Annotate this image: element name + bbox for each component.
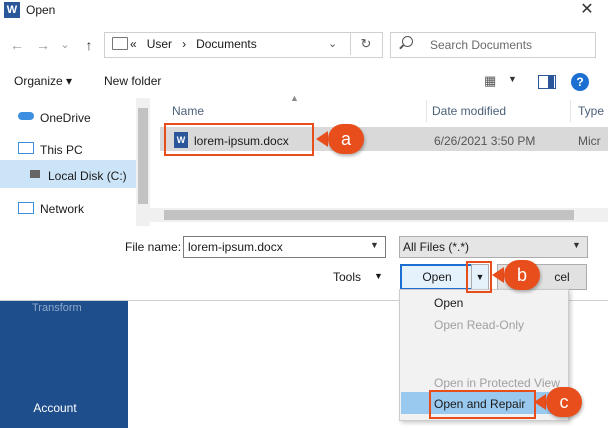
highlight-repair xyxy=(429,390,536,419)
callout-c-arrow-icon xyxy=(534,394,546,410)
organize-button[interactable]: Organize ▾ xyxy=(14,74,72,88)
callout-c-badge: c xyxy=(546,387,582,417)
sidebar-item-this-pc[interactable]: This PC xyxy=(40,143,83,157)
sidebar-scroll-thumb[interactable] xyxy=(138,108,148,204)
up-button[interactable]: ↑ xyxy=(80,36,98,54)
breadcrumb: « User › Documents xyxy=(130,37,257,51)
highlight-file xyxy=(164,123,314,156)
menu-item-open-protected-view[interactable]: Open in Protected View xyxy=(434,376,560,390)
tools-button[interactable]: Tools xyxy=(333,270,361,284)
breadcrumb-separator: › xyxy=(182,37,187,51)
open-button[interactable]: Open xyxy=(400,264,474,290)
sidebar-item-onedrive[interactable]: OneDrive xyxy=(40,111,91,125)
drive-icon xyxy=(30,170,40,178)
highlight-dropdown xyxy=(466,261,492,293)
callout-a-arrow-icon xyxy=(316,131,328,147)
cloud-icon xyxy=(18,112,34,120)
dialog-title: Open xyxy=(26,3,56,17)
column-header-type[interactable]: Type xyxy=(578,104,604,118)
sidebar-item-local-disk[interactable]: Local Disk (C:) xyxy=(48,169,127,183)
help-icon[interactable]: ? xyxy=(571,73,589,91)
sort-indicator-icon: ▲ xyxy=(290,93,299,103)
new-folder-button[interactable]: New folder xyxy=(104,74,161,88)
tools-dropdown-icon[interactable]: ▼ xyxy=(374,271,383,281)
address-dropdown-button[interactable]: ⌄ xyxy=(328,37,337,50)
computer-icon xyxy=(18,142,34,154)
file-type-dropdown-icon[interactable]: ▼ xyxy=(572,240,581,250)
menu-item-open[interactable]: Open xyxy=(434,296,463,310)
search-placeholder: Search Documents xyxy=(430,38,533,52)
file-date: 6/26/2021 3:50 PM xyxy=(434,134,536,148)
breadcrumb-user[interactable]: User xyxy=(147,37,172,51)
callout-a-badge: a xyxy=(328,124,364,154)
column-header-date[interactable]: Date modified xyxy=(432,104,506,118)
network-icon xyxy=(18,202,34,214)
column-divider[interactable] xyxy=(426,100,427,122)
forward-button[interactable]: → xyxy=(34,36,52,54)
file-type: Micr xyxy=(578,134,601,148)
callout-b-arrow-icon xyxy=(492,267,504,283)
word-app-icon: W xyxy=(4,2,20,18)
view-options-icon[interactable]: ▦ xyxy=(484,73,496,89)
file-name-label: File name: xyxy=(125,240,182,254)
preview-pane-icon-bar xyxy=(548,76,554,88)
callout-b-badge: b xyxy=(504,260,540,290)
back-button[interactable]: ← xyxy=(8,36,26,54)
transform-label: Transform xyxy=(32,302,82,314)
file-type-value[interactable]: All Files (*.*) xyxy=(403,240,469,254)
recent-locations-button[interactable]: ⌄ xyxy=(56,36,74,54)
refresh-button[interactable]: ↻ xyxy=(350,33,381,55)
folder-icon xyxy=(112,37,128,50)
menu-item-open-read-only[interactable]: Open Read-Only xyxy=(434,318,524,332)
breadcrumb-overflow[interactable]: « xyxy=(130,37,137,51)
column-divider[interactable] xyxy=(570,100,571,122)
file-name-dropdown-icon[interactable]: ▼ xyxy=(370,240,379,250)
column-header-name[interactable]: Name xyxy=(172,104,204,118)
file-name-value[interactable]: lorem-ipsum.docx xyxy=(188,240,283,254)
sidebar-item-network[interactable]: Network xyxy=(40,202,84,216)
account-button[interactable]: Account xyxy=(0,401,110,415)
close-button[interactable]: ✕ xyxy=(572,0,602,20)
breadcrumb-documents[interactable]: Documents xyxy=(196,37,257,51)
horizontal-scroll-thumb[interactable] xyxy=(164,210,574,220)
view-dropdown-icon[interactable]: ▼ xyxy=(508,74,517,84)
